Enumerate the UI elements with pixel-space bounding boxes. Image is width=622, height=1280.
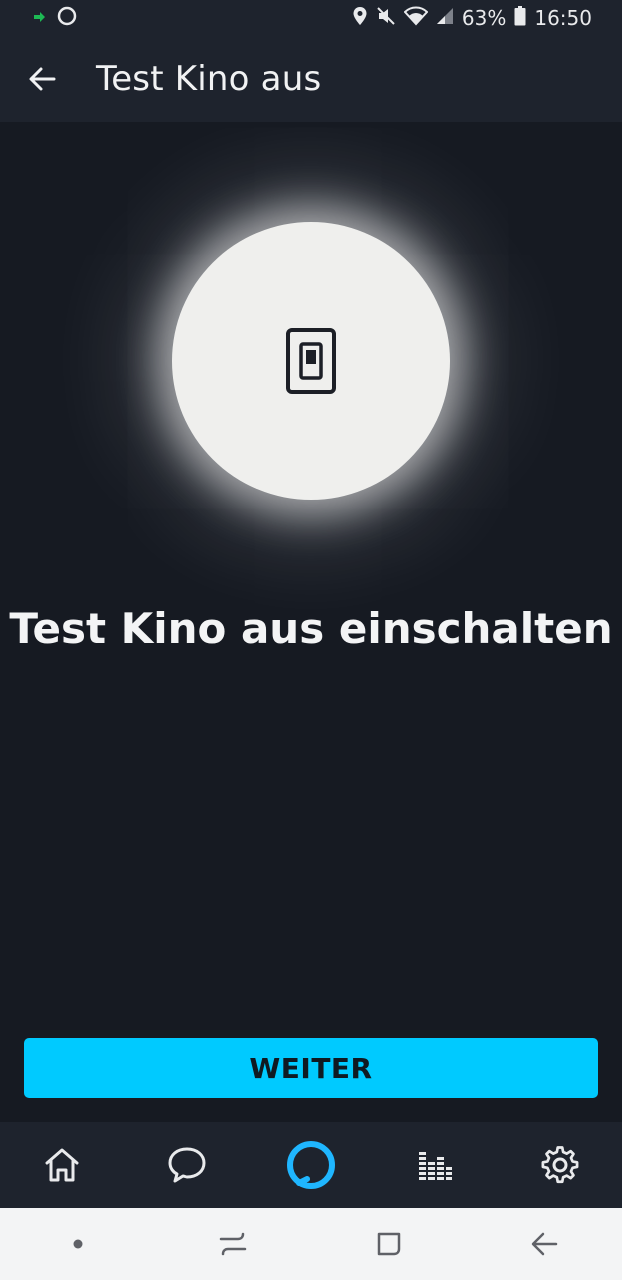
gear-icon [541,1146,579,1184]
nav-home[interactable] [22,1125,102,1205]
continue-button[interactable]: WEITER [24,1038,598,1098]
system-home-button[interactable] [354,1214,424,1274]
music-icon [419,1152,453,1180]
back-arrow-icon [532,1232,558,1256]
instruction-headline: Test Kino aus einschalten [9,604,613,653]
call-forward-icon [30,6,48,30]
nav-play[interactable] [395,1125,475,1205]
back-button[interactable] [22,59,62,99]
system-back-button[interactable] [509,1214,579,1274]
alexa-icon [286,1141,335,1189]
mute-icon [376,6,396,31]
page-title: Test Kino aus [96,59,322,99]
recents-icon [220,1232,247,1256]
nav-alexa[interactable] [271,1125,351,1205]
dot-icon [73,1239,83,1249]
chat-icon [168,1147,206,1183]
light-switch-icon [286,328,336,394]
clock: 16:50 [534,6,592,30]
bottom-nav [0,1122,622,1208]
wifi-icon [403,6,429,31]
system-nav-bar [0,1208,622,1280]
location-icon [352,6,368,31]
nav-settings[interactable] [520,1125,600,1205]
battery-percent: 63% [461,6,507,30]
app-bar: Test Kino aus [0,36,622,122]
nav-communicate[interactable] [147,1125,227,1205]
status-bar: 63% 16:50 [0,0,622,36]
device-state-circle [172,222,450,500]
system-dot[interactable] [43,1214,113,1274]
screen: 63% 16:50 Test Kino aus Test Kino aus ei… [0,0,622,1280]
signal-icon [436,6,454,30]
home-icon [45,1148,79,1182]
battery-icon [514,5,526,31]
square-icon [377,1232,400,1256]
system-recents-button[interactable] [198,1214,268,1274]
arrow-left-icon [29,67,56,91]
alexa-status-icon [56,5,78,32]
